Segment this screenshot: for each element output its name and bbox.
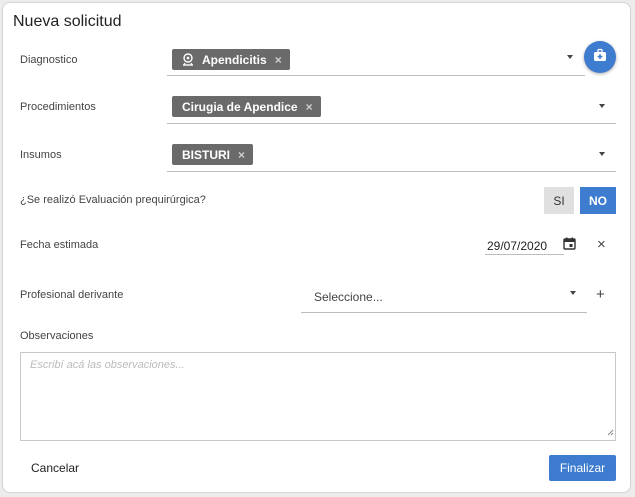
procedimientos-chip-label: Cirugia de Apendice bbox=[182, 99, 298, 114]
chevron-down-icon[interactable] bbox=[599, 152, 605, 156]
chevron-down-icon[interactable] bbox=[570, 291, 576, 295]
chevron-down-icon[interactable] bbox=[599, 104, 605, 108]
insumos-label: Insumos bbox=[20, 149, 62, 161]
observaciones-placeholder: Escribí acá las observaciones... bbox=[30, 359, 185, 371]
observaciones-textarea[interactable]: Escribí acá las observaciones... bbox=[20, 352, 616, 441]
procedimientos-chip: Cirugia de Apendice × bbox=[172, 96, 321, 117]
add-diagnostico-button[interactable] bbox=[584, 41, 616, 73]
clear-date-icon[interactable]: × bbox=[597, 237, 606, 252]
insumos-chip-label: BISTURI bbox=[182, 147, 230, 162]
fecha-value: 29/07/2020 bbox=[487, 239, 548, 253]
procedimientos-label: Procedimientos bbox=[20, 101, 96, 113]
dialog-title: Nueva solicitud bbox=[13, 13, 122, 30]
chevron-down-icon[interactable] bbox=[567, 55, 573, 59]
finalizar-button[interactable]: Finalizar bbox=[549, 455, 616, 481]
profesional-select[interactable]: Seleccione... bbox=[301, 281, 587, 313]
evaluacion-label: ¿Se realizó Evaluación prequirúrgica? bbox=[20, 194, 206, 206]
evaluacion-si-button[interactable]: SI bbox=[544, 187, 574, 214]
profesional-placeholder: Seleccione... bbox=[314, 290, 383, 304]
add-profesional-icon[interactable]: + bbox=[596, 287, 605, 302]
diagnostico-chip-label: Apendicitis bbox=[202, 52, 267, 67]
diagnostico-chip-remove[interactable]: × bbox=[275, 53, 282, 67]
solicitud-dialog: Nueva solicitud Diagnostico Apendicitis … bbox=[2, 2, 631, 493]
medical-kit-add-icon bbox=[593, 48, 607, 67]
diagnostico-chip: Apendicitis × bbox=[172, 49, 290, 70]
evaluacion-no-button[interactable]: NO bbox=[580, 187, 616, 214]
observaciones-label: Observaciones bbox=[20, 330, 94, 342]
profesional-label: Profesional derivante bbox=[20, 289, 124, 301]
insumos-chip: BISTURI × bbox=[172, 144, 254, 165]
cancel-button[interactable]: Cancelar bbox=[31, 461, 79, 475]
insumos-chip-remove[interactable]: × bbox=[238, 148, 245, 162]
resize-handle-icon[interactable] bbox=[607, 427, 614, 439]
calendar-icon[interactable] bbox=[563, 237, 576, 255]
person-pin-icon bbox=[182, 53, 194, 66]
fecha-label: Fecha estimada bbox=[20, 239, 99, 251]
diagnostico-label: Diagnostico bbox=[20, 54, 78, 66]
procedimientos-chip-remove[interactable]: × bbox=[306, 100, 313, 114]
